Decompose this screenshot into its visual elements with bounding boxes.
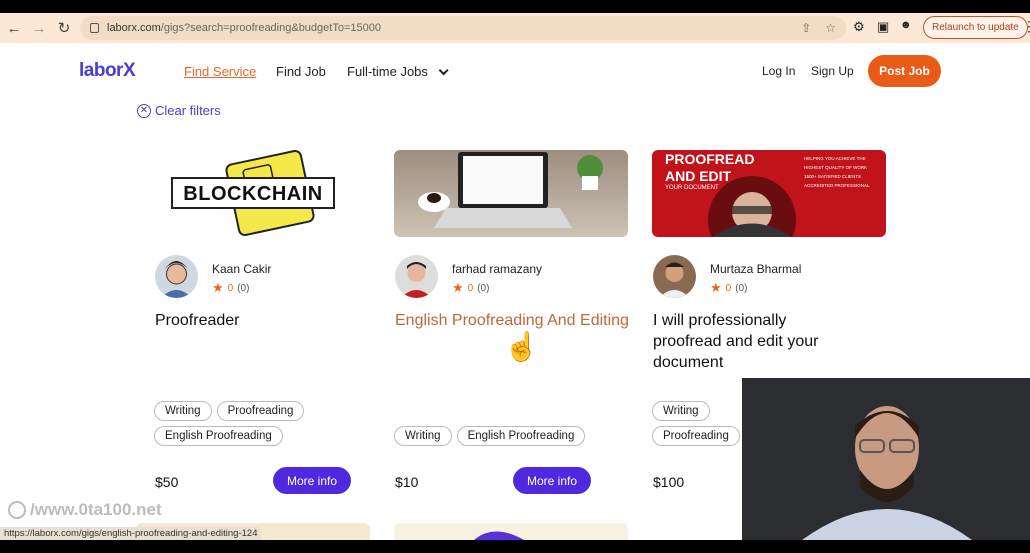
clear-filters-button[interactable]: ✕ Clear filters (137, 103, 221, 118)
thumb-title-1: PROOFREAD (665, 151, 755, 167)
gig-title[interactable]: Proofreader (155, 310, 389, 331)
watermark-text: /www.0ta100.net (30, 500, 162, 519)
address-bar[interactable]: laborx.com/gigs?search=proofreading&budg… (80, 16, 846, 40)
rating-value: 0 (227, 282, 234, 294)
thumb-bullet: 1500+ SATISFIED CLIENTS (804, 174, 862, 179)
watermark-logo-icon (8, 501, 26, 519)
signup-link[interactable]: Sign Up (811, 64, 854, 78)
star-icon: ★ (710, 280, 722, 295)
chevron-down-icon (438, 65, 449, 76)
author-row: farhad ramazany ★ 0 (0) (394, 255, 628, 299)
status-bar-url: https://laborx.com/gigs/english-proofrea… (0, 527, 262, 540)
tag-list: Writing English Proofreading (394, 426, 628, 446)
author-row: Murtaza Bharmal ★ 0 (0) (652, 255, 886, 299)
author-name[interactable]: Murtaza Bharmal (710, 262, 801, 276)
close-circle-icon: ✕ (137, 103, 151, 118)
author-name[interactable]: Kaan Cakir (212, 262, 271, 276)
gig-thumbnail-partial[interactable] (394, 523, 628, 540)
watermark: /www.0ta100.net (8, 500, 162, 520)
thumb-bullet: HELPING YOU ACHIEVE THE HIGHEST QUALITY … (804, 156, 868, 170)
bookmark-star-icon[interactable]: ☆ (825, 21, 836, 35)
star-icon: ★ (212, 280, 224, 295)
thumb-bullet: ACCREDITED PROFESSIONAL (804, 183, 870, 188)
login-link[interactable]: Log In (762, 64, 795, 78)
browser-toolbar: ← → ↻ laborx.com/gigs?search=proofreadin… (0, 13, 1030, 43)
back-icon[interactable]: ← (3, 17, 25, 39)
gig-price: $100 (653, 474, 685, 490)
gig-title[interactable]: I will professionally proofread and edit… (653, 310, 853, 373)
review-count: (0) (735, 282, 748, 294)
tag[interactable]: English Proofreading (154, 426, 283, 446)
nav-fulltime-jobs[interactable]: Full-time Jobs (347, 64, 449, 79)
thumb-sub: YOUR DOCUMENT (665, 185, 719, 191)
tag[interactable]: English Proofreading (456, 426, 586, 446)
gig-price: $10 (395, 474, 419, 490)
gig-thumbnail[interactable] (394, 150, 628, 237)
tag-list: Writing Proofreading English Proofreadin… (154, 401, 388, 446)
gig-card[interactable]: BLOCKCHAIN Kaan Cakir ★ 0 (0) Proofreader … (154, 150, 388, 494)
laptop-photo (418, 152, 603, 228)
url-path: /gigs?search=proofreading&budgetTo=15000 (160, 22, 381, 34)
tag[interactable]: Writing (394, 426, 452, 446)
rating: ★ 0 (0) (212, 280, 249, 296)
rating-value: 0 (725, 282, 732, 294)
browser-window: ← → ↻ laborx.com/gigs?search=proofreadin… (0, 13, 1030, 540)
more-info-button[interactable]: More info (273, 467, 351, 494)
side-panel-icon[interactable]: ▣ (877, 19, 889, 35)
tag[interactable]: Writing (652, 401, 710, 421)
profile-icon[interactable]: ☻ (900, 19, 912, 31)
webcam-overlay (742, 378, 1030, 540)
star-icon: ★ (452, 280, 464, 295)
rating: ★ 0 (0) (452, 280, 489, 296)
gig-thumbnail[interactable]: BLOCKCHAIN (154, 150, 388, 237)
author-name[interactable]: farhad ramazany (452, 262, 542, 276)
avatar[interactable] (395, 255, 438, 298)
extensions-icon[interactable]: ⚙ (853, 19, 865, 35)
blockchain-label: BLOCKCHAIN (183, 183, 323, 205)
reload-icon[interactable]: ↻ (53, 17, 75, 39)
nav-find-service[interactable]: Find Service (184, 64, 256, 79)
rating-value: 0 (467, 282, 474, 294)
menu-icon[interactable]: ⋮ (1022, 18, 1030, 35)
review-count: (0) (237, 282, 250, 294)
review-count: (0) (477, 282, 490, 294)
relaunch-button[interactable]: Relaunch to update (923, 16, 1028, 39)
thumb-bullet-list: HELPING YOU ACHIEVE THE HIGHEST QUALITY … (804, 154, 884, 190)
nav-fulltime-jobs-label: Full-time Jobs (347, 64, 428, 79)
clear-filters-label: Clear filters (155, 103, 221, 118)
gig-card[interactable]: PROOFREAD AND EDIT YOUR DOCUMENT HELPING… (652, 150, 886, 490)
post-job-button[interactable]: Post Job (868, 55, 941, 87)
tag[interactable]: Writing (154, 401, 212, 421)
gig-card[interactable]: farhad ramazany ★ 0 (0) English Proofreadi… (394, 150, 629, 494)
author-row: Kaan Cakir ★ 0 (0) (154, 255, 388, 299)
gig-title[interactable]: English Proofreading And Editing (395, 310, 629, 331)
site-logo[interactable]: laborX (79, 60, 136, 82)
gig-thumbnail[interactable]: PROOFREAD AND EDIT YOUR DOCUMENT HELPING… (652, 150, 886, 237)
more-info-button[interactable]: More info (513, 467, 591, 494)
tag[interactable]: Proofreading (216, 401, 305, 421)
avatar[interactable] (653, 255, 696, 298)
avatar[interactable] (155, 255, 198, 298)
tag[interactable]: Proofreading (652, 426, 740, 446)
url-domain: laborx.com (107, 22, 161, 34)
tag-list: Writing Proofreading (652, 401, 742, 446)
presenter-video (742, 378, 1030, 540)
thumb-title-2: AND EDIT (665, 168, 732, 184)
forward-icon[interactable]: → (28, 17, 50, 39)
nav-find-job[interactable]: Find Job (276, 64, 326, 79)
hand-cursor-icon: ☝ (504, 331, 539, 362)
lock-icon (90, 23, 99, 33)
share-icon[interactable]: ⇧ (801, 21, 811, 35)
gig-price: $50 (155, 474, 179, 490)
rating: ★ 0 (0) (710, 280, 747, 296)
